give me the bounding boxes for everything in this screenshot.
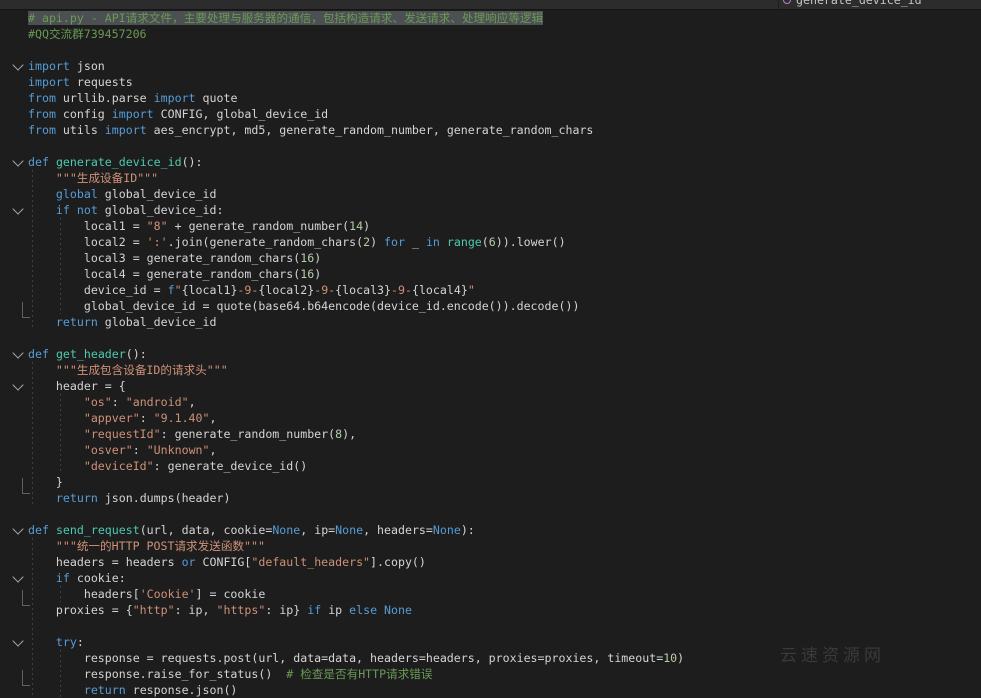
breadcrumb-symbol[interactable]: generate_device_id (783, 0, 922, 8)
code-line (0, 618, 981, 634)
code-line: "appver": "9.1.40", (0, 410, 981, 426)
code-line: } (0, 474, 981, 490)
code-line: from urllib.parse import quote (0, 90, 981, 106)
code-line (0, 42, 981, 58)
code-line: import json (0, 58, 981, 74)
code-line: headers['Cookie'] = cookie (0, 586, 981, 602)
code-line: from config import CONFIG, global_device… (0, 106, 981, 122)
code-line: "deviceId": generate_device_id() (0, 458, 981, 474)
code-line: local1 = "8" + generate_random_number(14… (0, 218, 981, 234)
code-line: def send_request(url, data, cookie=None,… (0, 522, 981, 538)
code-line: "os": "android", (0, 394, 981, 410)
code-line: local4 = generate_random_chars(16) (0, 266, 981, 282)
code-line: "requestId": generate_random_number(8), (0, 426, 981, 442)
method-icon (783, 0, 791, 4)
code-line: headers = headers or CONFIG["default_hea… (0, 554, 981, 570)
code-line: if cookie: (0, 570, 981, 586)
code-line (0, 138, 981, 154)
code-line: proxies = {"http": ip, "https": ip} if i… (0, 602, 981, 618)
code-line: local3 = generate_random_chars(16) (0, 250, 981, 266)
code-line: # api.py - API请求文件，主要处理与服务器的通信，包括构造请求、发送… (0, 10, 981, 26)
code-line: local2 = ':'.join(generate_random_chars(… (0, 234, 981, 250)
watermark-text: 云速资源网 (780, 641, 885, 666)
code-line: global global_device_id (0, 186, 981, 202)
code-line: global_device_id = quote(base64.b64encod… (0, 298, 981, 314)
code-editor[interactable]: # api.py - API请求文件，主要处理与服务器的通信，包括构造请求、发送… (0, 10, 981, 698)
code-line: """生成包含设备ID的请求头""" (0, 362, 981, 378)
code-line: return json.dumps(header) (0, 490, 981, 506)
breadcrumb-divider (778, 0, 779, 9)
code-line: #QQ交流群739457206 (0, 26, 981, 42)
code-line: device_id = f"{local1}-9-{local2}-9-{loc… (0, 282, 981, 298)
code-line: def get_header(): (0, 346, 981, 362)
code-line: """生成设备ID""" (0, 170, 981, 186)
code-line: header = { (0, 378, 981, 394)
code-line: return response.json() (0, 682, 981, 698)
code-line: return global_device_id (0, 314, 981, 330)
code-line: def generate_device_id(): (0, 154, 981, 170)
code-line: import requests (0, 74, 981, 90)
code-line: """统一的HTTP POST请求发送函数""" (0, 538, 981, 554)
breadcrumb-symbol-label: generate_device_id (796, 0, 922, 7)
code-line (0, 330, 981, 346)
code-line: response.raise_for_status() # 检查是否有HTTP请… (0, 666, 981, 682)
code-line: if not global_device_id: (0, 202, 981, 218)
code-line (0, 506, 981, 522)
code-line: "osver": "Unknown", (0, 442, 981, 458)
code-line: from utils import aes_encrypt, md5, gene… (0, 122, 981, 138)
breadcrumb-bar: generate_device_id (0, 0, 981, 10)
